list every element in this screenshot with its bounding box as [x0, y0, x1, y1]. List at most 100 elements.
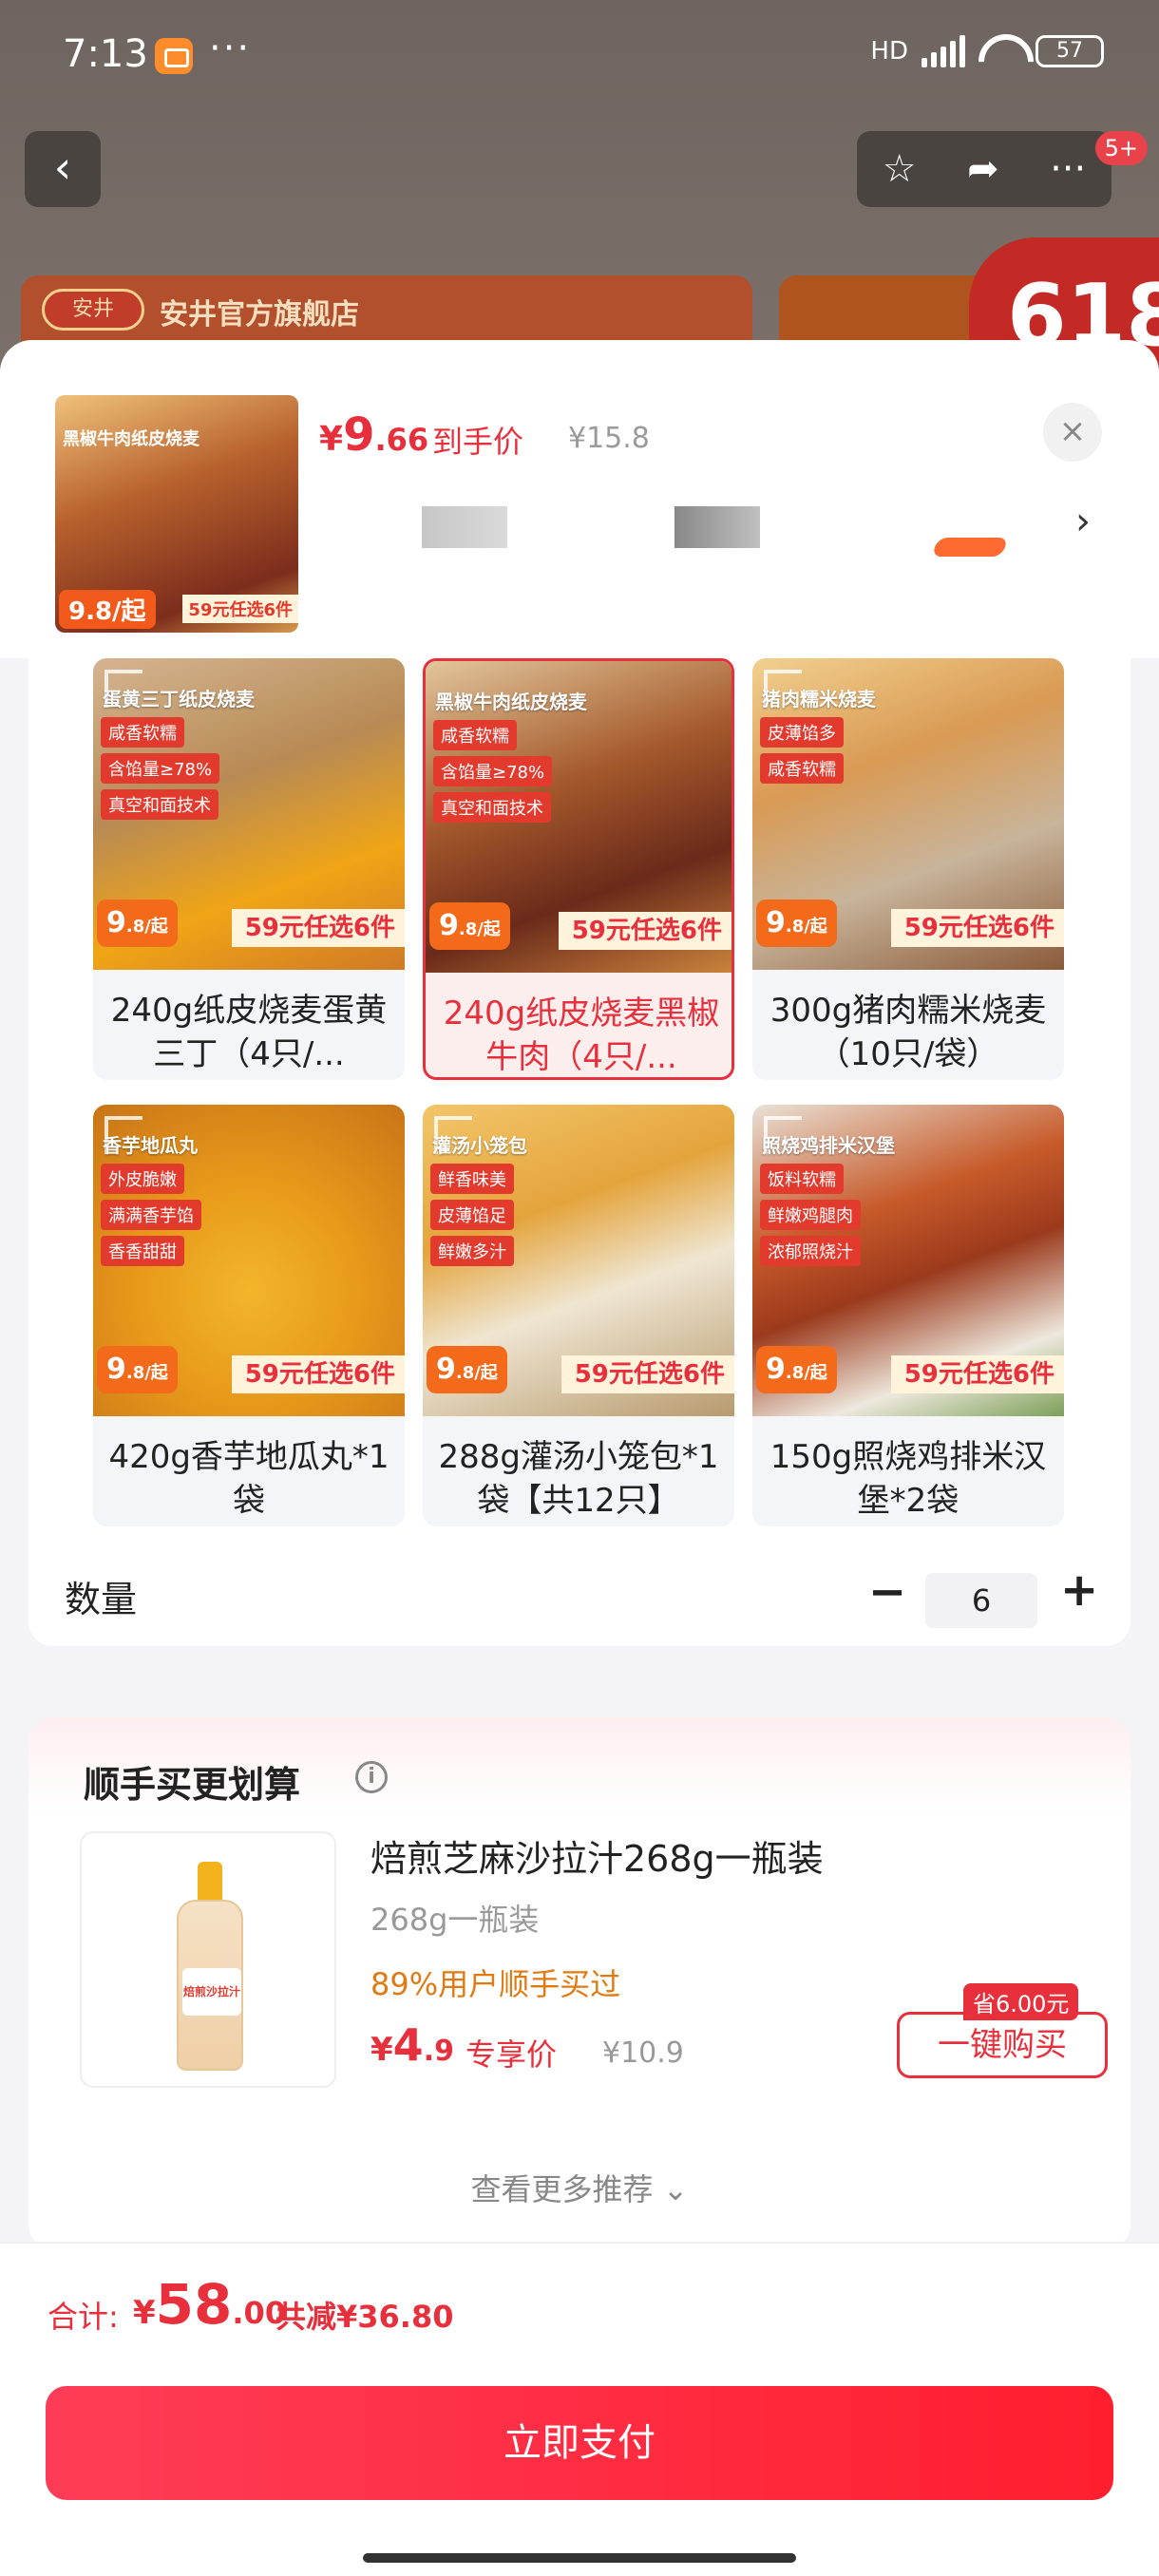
- variant-banner: 蛋黄三丁纸皮烧麦: [103, 688, 255, 710]
- quantity-input[interactable]: 6: [925, 1573, 1037, 1628]
- quantity-label: 数量: [65, 1579, 138, 1620]
- original-price: ¥15.8: [568, 422, 650, 455]
- sauce-bottle-image: 焙煎沙拉汁: [177, 1862, 243, 2071]
- recommended-bought-rate: 89%用户顺手买过: [370, 1966, 621, 2002]
- variant-tag: 鲜香味美: [430, 1164, 514, 1194]
- blurred-element: [674, 506, 760, 548]
- recommended-product-spec: 268g一瓶装: [370, 1902, 540, 1938]
- thumb-name: 黑椒牛肉纸皮烧麦: [63, 429, 200, 449]
- variant-image: 黑椒牛肉纸皮烧麦 咸香软糯 含馅量≥78% 真空和面技术 9.8/起 59元任选…: [426, 661, 732, 973]
- variant-price-int: 9: [766, 906, 786, 939]
- variant-tag: 皮薄馅足: [430, 1200, 514, 1230]
- wifi-icon: [978, 34, 1022, 68]
- price-symbol: ¥: [370, 2031, 393, 2069]
- thumb-price: 9.8/起: [59, 590, 156, 629]
- variant-image: 香芋地瓜丸 外皮脆嫩 满满香芋馅 香香甜甜 9.8/起 59元任选6件: [93, 1105, 405, 1416]
- chevron-right-icon[interactable]: ›: [1075, 500, 1091, 543]
- home-indicator[interactable]: [363, 2553, 796, 2563]
- variant-image: 猪肉糯米烧麦 皮薄馅多 咸香软糯 9.8/起 59元任选6件: [752, 658, 1064, 970]
- price-integer: 9: [343, 408, 375, 462]
- variant-tag: 饭料软糯: [760, 1164, 844, 1194]
- current-price: ¥9.66: [319, 408, 428, 462]
- variant-tags: 外皮脆嫩 满满香芋馅 香香甜甜: [101, 1164, 201, 1266]
- variant-price-unit: .8/起: [125, 1363, 168, 1383]
- variant-banner: 香芋地瓜丸: [103, 1134, 198, 1157]
- variant-tag: 真空和面技术: [101, 789, 218, 820]
- message-badge: 5+: [1094, 131, 1148, 165]
- variant-tags: 咸香软糯 含馅量≥78% 真空和面技术: [101, 717, 220, 820]
- info-icon[interactable]: i: [355, 1761, 388, 1793]
- recommended-product-name[interactable]: 焙煎芝麻沙拉汁268g一瓶装: [370, 1829, 824, 1882]
- network-label: HD: [870, 37, 908, 66]
- exclusive-price-label: 专享价: [466, 2036, 558, 2073]
- recommendation-title: 顺手买更划算: [84, 1764, 301, 1806]
- variant-name: 300g猪肉糯米烧麦（10只/袋）: [770, 992, 1047, 1073]
- variant-name: 240g纸皮烧麦黑椒牛肉（4只/...: [443, 994, 720, 1076]
- variant-tag: 咸香软糯: [760, 753, 844, 784]
- variant-price-int: 9: [436, 1353, 456, 1386]
- variant-price-unit: .8/起: [455, 1363, 498, 1383]
- see-more-recommendations-link[interactable]: 查看更多推荐 ⌄: [28, 2166, 1130, 2209]
- selected-product-thumbnail[interactable]: 黑椒牛肉纸皮烧麦 9.8/起 59元任选6件: [55, 395, 298, 633]
- variant-tag: 浓郁照烧汁: [760, 1236, 861, 1266]
- variant-card[interactable]: 照烧鸡排米汉堡 饭料软糯 鲜嫩鸡腿肉 浓郁照烧汁 9.8/起 59元任选6件 1…: [752, 1105, 1064, 1526]
- quantity-decrease-button[interactable]: −: [868, 1565, 906, 1619]
- variant-name: 150g照烧鸡排米汉堡*2袋: [770, 1438, 1047, 1520]
- variant-banner: 照烧鸡排米汉堡: [762, 1134, 895, 1157]
- variant-deal: 59元任选6件: [890, 1355, 1064, 1393]
- variant-name: 288g灌汤小笼包*1袋【共12只】: [438, 1438, 719, 1520]
- variant-banner: 灌汤小笼包: [432, 1134, 527, 1157]
- price-symbol: ¥: [319, 420, 344, 459]
- variant-card[interactable]: 猪肉糯米烧麦 皮薄馅多 咸香软糯 9.8/起 59元任选6件 300g猪肉糯米烧…: [752, 658, 1064, 1080]
- variant-tag: 鲜嫩多汁: [430, 1236, 514, 1266]
- variant-price-int: 9: [106, 1353, 126, 1386]
- variant-tags: 皮薄馅多 咸香软糯: [760, 717, 844, 784]
- checkout-footer: 合计: ¥58.00 共减¥36.80 立即支付: [0, 2242, 1159, 2576]
- one-click-buy-button[interactable]: 一键购买: [897, 2012, 1108, 2078]
- blurred-element: [422, 506, 507, 548]
- back-button[interactable]: ‹: [25, 131, 101, 207]
- variant-image: 照烧鸡排米汉堡 饭料软糯 鲜嫩鸡腿肉 浓郁照烧汁 9.8/起 59元任选6件: [752, 1105, 1064, 1416]
- variant-price-box: 9.8/起 59元任选6件: [423, 1333, 734, 1393]
- sheet-header: 黑椒牛肉纸皮烧麦 9.8/起 59元任选6件 ¥9.66 到手价 ¥15.8 ×…: [0, 340, 1159, 658]
- variant-tags: 咸香软糯 含馅量≥78% 真空和面技术: [433, 720, 553, 823]
- variant-card[interactable]: 灌汤小笼包 鲜香味美 皮薄馅足 鲜嫩多汁 9.8/起 59元任选6件 288g灌…: [423, 1105, 734, 1526]
- signal-icon: [922, 35, 965, 67]
- variant-price: 9.8/起: [427, 1346, 507, 1393]
- recommended-product-image[interactable]: 焙煎沙拉汁: [80, 1831, 336, 2088]
- more-notifications-icon: ···: [209, 27, 252, 70]
- total-symbol: ¥: [133, 2294, 156, 2332]
- variant-card[interactable]: 蛋黄三丁纸皮烧麦 咸香软糯 含馅量≥78% 真空和面技术 9.8/起 59元任选…: [93, 658, 405, 1080]
- variant-card-selected[interactable]: 黑椒牛肉纸皮烧麦 咸香软糯 含馅量≥78% 真空和面技术 9.8/起 59元任选…: [423, 658, 734, 1080]
- price-tag-label: 到手价: [432, 424, 524, 460]
- bottle-cap: [198, 1862, 222, 1900]
- variant-price-int: 9: [106, 906, 126, 939]
- variant-price-box: 9.8/起 59元任选6件: [752, 886, 1064, 947]
- variant-deal: 59元任选6件: [890, 909, 1064, 947]
- variant-card[interactable]: 香芋地瓜丸 外皮脆嫩 满满香芋馅 香香甜甜 9.8/起 59元任选6件 420g…: [93, 1105, 405, 1526]
- product-variant-grid: 蛋黄三丁纸皮烧麦 咸香软糯 含馅量≥78% 真空和面技术 9.8/起 59元任选…: [28, 658, 1130, 1646]
- favorite-star-icon[interactable]: ☆: [883, 147, 917, 191]
- variant-price-box: 9.8/起 59元任选6件: [93, 1333, 405, 1393]
- variant-tag: 咸香软糯: [433, 720, 517, 750]
- total-integer: 58: [155, 2272, 233, 2337]
- price-decimal: .66: [374, 422, 429, 458]
- bottle-label: 焙煎沙拉汁: [182, 1968, 241, 2016]
- variant-tags: 饭料软糯 鲜嫩鸡腿肉 浓郁照烧汁: [760, 1164, 861, 1266]
- share-icon[interactable]: ➦: [967, 147, 999, 191]
- total-amount: ¥58.00: [133, 2272, 286, 2337]
- variant-tag: 满满香芋馅: [101, 1200, 201, 1230]
- thumb-deal: 59元任选6件: [182, 595, 298, 623]
- variant-banner: 猪肉糯米烧麦: [762, 688, 876, 710]
- variant-tag: 含馅量≥78%: [433, 756, 553, 786]
- close-button[interactable]: ×: [1043, 403, 1102, 462]
- status-bar: 7:13 ··· HD 57: [0, 0, 1159, 109]
- variant-price-box: 9.8/起 59元任选6件: [426, 889, 732, 950]
- recommended-price: ¥4.9: [370, 2019, 454, 2071]
- variant-price: 9.8/起: [756, 1346, 837, 1393]
- variant-banner: 黑椒牛肉纸皮烧麦: [435, 691, 587, 713]
- quantity-increase-button[interactable]: +: [1060, 1563, 1098, 1617]
- more-icon[interactable]: ···: [1050, 147, 1086, 191]
- variant-name: 240g纸皮烧麦蛋黄三丁（4只/...: [110, 992, 388, 1073]
- pay-now-button[interactable]: 立即支付: [46, 2386, 1113, 2500]
